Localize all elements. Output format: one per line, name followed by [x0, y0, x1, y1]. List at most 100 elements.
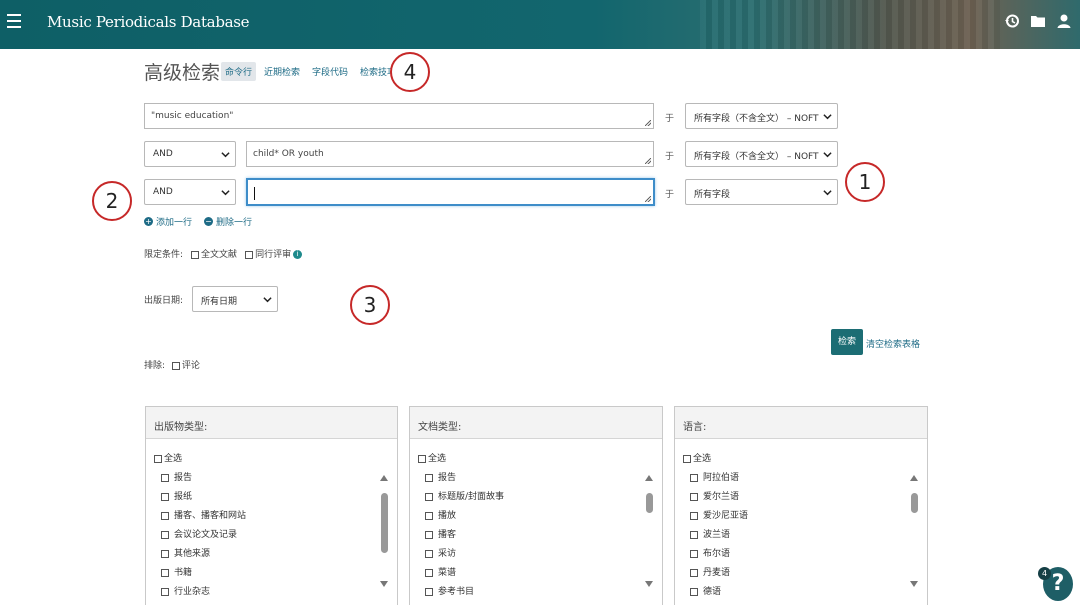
- checkbox[interactable]: [161, 473, 169, 482]
- checkbox[interactable]: [425, 473, 433, 482]
- list-item[interactable]: 爱尔兰语: [690, 492, 748, 511]
- field-select-value: 所有字段（不含全文） – NOFT: [694, 114, 819, 124]
- operator-select-3[interactable]: AND: [144, 179, 236, 205]
- resize-grip-icon[interactable]: [645, 120, 651, 126]
- list-item[interactable]: 其他来源: [161, 549, 246, 568]
- checkbox[interactable]: [690, 587, 698, 596]
- tab-recent-searches[interactable]: 近期检索: [260, 62, 304, 81]
- checkbox[interactable]: [425, 549, 433, 558]
- menu-icon[interactable]: [7, 14, 21, 28]
- list-item[interactable]: 阿拉伯语: [690, 473, 748, 492]
- checkbox[interactable]: [161, 511, 169, 520]
- scroll-up-icon[interactable]: [910, 475, 918, 481]
- select-all-checkbox[interactable]: [154, 454, 162, 463]
- list-item[interactable]: 布尔语: [690, 549, 748, 568]
- full-text-checkbox[interactable]: [191, 250, 200, 259]
- add-row-link[interactable]: + 添加一行: [144, 215, 192, 228]
- list-item[interactable]: 标题版/封面故事: [425, 492, 504, 511]
- field-select-3[interactable]: 所有字段: [685, 179, 838, 205]
- annotation-marker-3: 3: [350, 285, 390, 325]
- scroll-up-icon[interactable]: [645, 475, 653, 481]
- checkbox[interactable]: [161, 492, 169, 501]
- operator-select-2[interactable]: AND: [144, 141, 236, 167]
- scroll-down-icon[interactable]: [645, 581, 653, 587]
- select-all-checkbox[interactable]: [418, 454, 426, 463]
- checkbox[interactable]: [425, 568, 433, 577]
- tab-field-codes[interactable]: 字段代码: [308, 62, 352, 81]
- full-text-option[interactable]: 全文文献: [191, 247, 237, 260]
- scrollbar[interactable]: [380, 475, 389, 587]
- search-term-input-2[interactable]: child* OR youth: [246, 141, 654, 167]
- list-item[interactable]: 采访: [425, 549, 504, 568]
- scroll-up-icon[interactable]: [380, 475, 388, 481]
- top-bar: Music Periodicals Database: [0, 0, 1080, 49]
- list-item[interactable]: 播客、播客和网站: [161, 511, 246, 530]
- info-icon[interactable]: i: [293, 250, 303, 259]
- list-item[interactable]: 报告: [425, 473, 504, 492]
- checkbox[interactable]: [161, 587, 169, 596]
- scroll-thumb[interactable]: [911, 493, 918, 513]
- checkbox[interactable]: [690, 568, 698, 577]
- select-all-option[interactable]: 全选: [154, 451, 182, 464]
- list-item[interactable]: 报告: [161, 473, 246, 492]
- select-all-checkbox[interactable]: [683, 454, 691, 463]
- clear-form-link[interactable]: 清空检索表格: [866, 337, 920, 350]
- scrollbar[interactable]: [910, 475, 919, 587]
- search-term-input-3[interactable]: [246, 178, 655, 206]
- select-all-label: 全选: [164, 454, 183, 464]
- list-item[interactable]: 播放: [425, 511, 504, 530]
- option-label: 德语: [703, 587, 722, 597]
- app-title[interactable]: Music Periodicals Database: [47, 13, 250, 31]
- checkbox[interactable]: [425, 587, 433, 596]
- list-item[interactable]: 丹麦语: [690, 568, 748, 587]
- checkbox[interactable]: [690, 530, 698, 539]
- list-item[interactable]: 德语: [690, 587, 748, 605]
- checkbox[interactable]: [425, 511, 433, 520]
- checkbox[interactable]: [161, 530, 169, 539]
- scroll-down-icon[interactable]: [380, 581, 388, 587]
- peer-reviewed-option[interactable]: 同行评审 i: [245, 247, 303, 260]
- chevron-down-icon: [221, 190, 230, 196]
- select-all-option[interactable]: 全选: [418, 451, 446, 464]
- list-item[interactable]: 菜谱: [425, 568, 504, 587]
- resize-grip-icon[interactable]: [645, 158, 651, 164]
- peer-reviewed-checkbox[interactable]: [245, 250, 254, 259]
- checkbox[interactable]: [690, 549, 698, 558]
- scroll-down-icon[interactable]: [910, 581, 918, 587]
- checkbox[interactable]: [690, 511, 698, 520]
- list-item[interactable]: 波兰语: [690, 530, 748, 549]
- scroll-thumb[interactable]: [381, 493, 388, 553]
- scroll-thumb[interactable]: [646, 493, 653, 513]
- list-item[interactable]: 会议论文及记录: [161, 530, 246, 549]
- annotation-marker-1: 1: [845, 162, 885, 202]
- header-icons: [1004, 13, 1072, 29]
- list-item[interactable]: 播客: [425, 530, 504, 549]
- checkbox[interactable]: [161, 549, 169, 558]
- field-select-2[interactable]: 所有字段（不含全文） – NOFT: [685, 141, 838, 167]
- search-term-input-1[interactable]: "music education": [144, 103, 654, 129]
- remove-row-link[interactable]: − 删除一行: [204, 215, 252, 228]
- resize-grip-icon[interactable]: [645, 196, 651, 202]
- list-item[interactable]: 书籍: [161, 568, 246, 587]
- checkbox[interactable]: [425, 530, 433, 539]
- search-button[interactable]: 检索: [831, 329, 863, 355]
- checkbox[interactable]: [425, 492, 433, 501]
- history-icon[interactable]: [1004, 13, 1020, 29]
- field-select-1[interactable]: 所有字段（不含全文） – NOFT: [685, 103, 838, 129]
- list-item[interactable]: 行业杂志: [161, 587, 246, 605]
- exclude-label: 排除:: [144, 361, 166, 371]
- checkbox[interactable]: [690, 473, 698, 482]
- scrollbar[interactable]: [645, 475, 654, 587]
- folder-icon[interactable]: [1030, 13, 1046, 29]
- tab-command-line[interactable]: 命令行: [221, 62, 257, 81]
- checkbox[interactable]: [690, 492, 698, 501]
- checkbox[interactable]: [161, 568, 169, 577]
- list-item[interactable]: 爱沙尼亚语: [690, 511, 748, 530]
- user-icon[interactable]: [1056, 13, 1072, 29]
- list-item[interactable]: 参考书目: [425, 587, 504, 605]
- select-all-option[interactable]: 全选: [683, 451, 711, 464]
- list-item[interactable]: 报纸: [161, 492, 246, 511]
- pub-date-select[interactable]: 所有日期: [192, 286, 278, 312]
- reviews-checkbox[interactable]: [171, 361, 180, 370]
- select-all-label: 全选: [428, 454, 447, 464]
